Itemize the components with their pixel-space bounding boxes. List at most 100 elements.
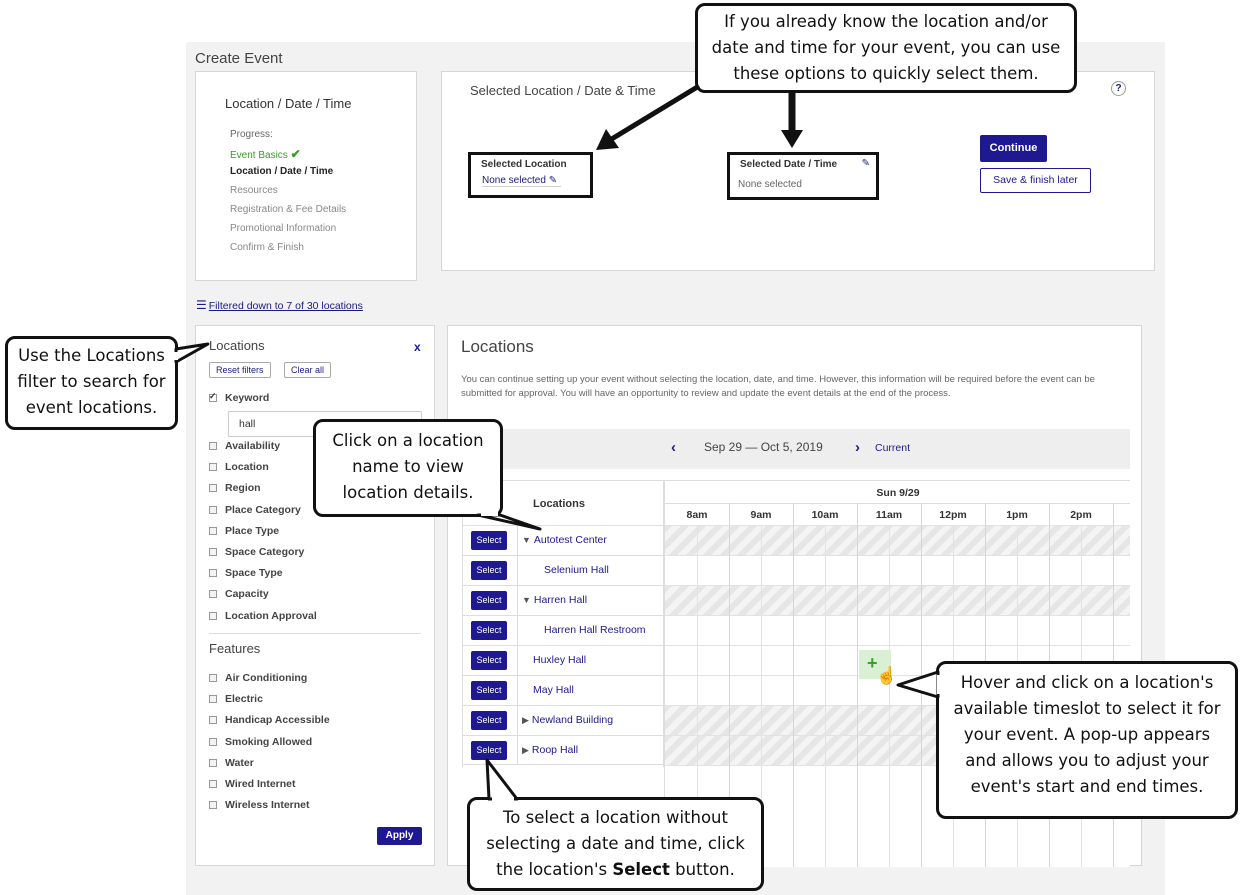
checkbox[interactable] bbox=[209, 442, 217, 450]
checkbox[interactable] bbox=[209, 674, 217, 682]
checkbox[interactable] bbox=[209, 463, 217, 471]
filter-space-type[interactable]: Space Type bbox=[209, 567, 283, 579]
feature-water[interactable]: Water bbox=[209, 757, 254, 769]
location-link[interactable]: Selenium Hall bbox=[544, 564, 609, 576]
feature-wired-internet[interactable]: Wired Internet bbox=[209, 778, 296, 790]
filter-icon: ☰ bbox=[196, 298, 207, 312]
unavailable-row bbox=[665, 585, 1130, 615]
selected-datetime-title: Selected Date / Time bbox=[740, 159, 838, 170]
selected-panel: Selected Location / Date & Time ? Select… bbox=[441, 71, 1155, 271]
filter-location-approval[interactable]: Location Approval bbox=[209, 610, 317, 622]
help-icon[interactable]: ? bbox=[1111, 81, 1126, 96]
checkbox[interactable] bbox=[209, 484, 217, 492]
filter-region[interactable]: Region bbox=[209, 482, 261, 494]
table-row: Select Selenium Hall bbox=[463, 555, 665, 585]
selected-datetime-box: Selected Date / Time ✎ None selected bbox=[727, 152, 879, 200]
table-row: Select Huxley Hall bbox=[463, 645, 665, 675]
filter-space-category[interactable]: Space Category bbox=[209, 546, 304, 558]
location-link[interactable]: May Hall bbox=[533, 684, 574, 696]
hour-label: 2pm bbox=[1070, 509, 1092, 521]
expand-icon[interactable]: ▼ bbox=[522, 595, 531, 605]
table-row: Select ▼ Autotest Center bbox=[463, 525, 665, 555]
hand-cursor-icon: ☝ bbox=[876, 666, 898, 685]
select-button[interactable]: Select bbox=[471, 591, 507, 610]
feature-wireless-internet[interactable]: Wireless Internet bbox=[209, 799, 310, 811]
location-link[interactable]: ▶ Roop Hall bbox=[522, 744, 578, 756]
selected-title: Selected Location / Date & Time bbox=[470, 83, 656, 98]
filter-availability[interactable]: Availability bbox=[209, 440, 280, 452]
week-range: Sep 29 — Oct 5, 2019 bbox=[704, 440, 823, 454]
filter-keyword[interactable]: Keyword bbox=[209, 391, 269, 404]
continue-button[interactable]: Continue bbox=[980, 135, 1047, 162]
checkbox[interactable] bbox=[209, 391, 217, 402]
hour-label: 12pm bbox=[939, 509, 967, 521]
select-button[interactable]: Select bbox=[471, 741, 507, 760]
filter-location[interactable]: Location bbox=[209, 461, 269, 473]
location-link[interactable]: ▶ Newland Building bbox=[522, 714, 613, 726]
feature-air-conditioning[interactable]: Air Conditioning bbox=[209, 672, 307, 684]
filter-summary-link[interactable]: ☰ Filtered down to 7 of 30 locations bbox=[196, 298, 363, 312]
current-week-link[interactable]: Current bbox=[875, 442, 910, 454]
selected-location-value[interactable]: None selected ✎ bbox=[482, 175, 562, 187]
checkbox[interactable] bbox=[209, 801, 217, 809]
select-button[interactable]: Select bbox=[471, 621, 507, 640]
day-label: Sun 9/29 bbox=[876, 487, 920, 499]
close-icon[interactable]: x bbox=[414, 340, 421, 354]
chevron-left-icon[interactable]: ‹ bbox=[671, 439, 676, 456]
table-row: Select May Hall bbox=[463, 675, 665, 705]
filter-capacity[interactable]: Capacity bbox=[209, 588, 269, 600]
chevron-right-icon[interactable]: › bbox=[855, 439, 860, 456]
checkbox[interactable] bbox=[209, 506, 217, 514]
checkbox[interactable] bbox=[209, 716, 217, 724]
hour-label: 11am bbox=[875, 509, 903, 521]
checkbox[interactable] bbox=[209, 738, 217, 746]
reset-filters-button[interactable]: Reset filters bbox=[209, 362, 271, 378]
checkbox[interactable] bbox=[209, 590, 217, 598]
expand-icon[interactable]: ▶ bbox=[522, 745, 529, 755]
filters-title: Locations bbox=[209, 338, 265, 353]
features-title: Features bbox=[209, 641, 261, 656]
table-row: Select ▶ Newland Building bbox=[463, 705, 665, 735]
available-timeslot[interactable]: + ☝ bbox=[859, 650, 897, 685]
location-link[interactable]: ▼ Autotest Center bbox=[522, 534, 607, 546]
checkbox[interactable] bbox=[209, 759, 217, 767]
select-button[interactable]: Select bbox=[471, 561, 507, 580]
checkbox[interactable] bbox=[209, 780, 217, 788]
apply-button[interactable]: Apply bbox=[377, 827, 422, 845]
callout-location-name: Click on a location name to view locatio… bbox=[313, 419, 503, 517]
progress-panel: Location / Date / Time Progress: Event B… bbox=[195, 71, 417, 281]
select-button[interactable]: Select bbox=[471, 711, 507, 730]
location-link[interactable]: Huxley Hall bbox=[533, 654, 586, 666]
filter-place-type[interactable]: Place Type bbox=[209, 525, 279, 537]
location-link[interactable]: ▼ Harren Hall bbox=[522, 594, 587, 606]
checkbox[interactable] bbox=[209, 527, 217, 535]
location-link[interactable]: Harren Hall Restroom bbox=[544, 624, 646, 636]
feature-handicap-accessible[interactable]: Handicap Accessible bbox=[209, 714, 330, 726]
page-title: Create Event bbox=[195, 50, 283, 67]
checkbox[interactable] bbox=[209, 612, 217, 620]
expand-icon[interactable]: ▼ bbox=[522, 535, 531, 545]
table-row: Select ▼ Harren Hall bbox=[463, 585, 665, 615]
feature-electric[interactable]: Electric bbox=[209, 693, 263, 705]
progress-step-resources: Resources bbox=[230, 185, 278, 196]
expand-icon[interactable]: ▶ bbox=[522, 715, 529, 725]
pencil-icon[interactable]: ✎ bbox=[862, 158, 870, 169]
progress-label: Progress: bbox=[230, 129, 273, 140]
select-button[interactable]: Select bbox=[471, 531, 507, 550]
callout-timeslot: Hover and click on a location's availabl… bbox=[936, 661, 1238, 819]
feature-smoking-allowed[interactable]: Smoking Allowed bbox=[209, 736, 312, 748]
checkbox[interactable] bbox=[209, 569, 217, 577]
progress-step-event-basics[interactable]: Event Basics ✔ bbox=[230, 147, 301, 161]
callout-filter: Use the Locations filter to search for e… bbox=[5, 336, 178, 430]
checkbox[interactable] bbox=[209, 695, 217, 703]
save-finish-later-button[interactable]: Save & finish later bbox=[980, 168, 1091, 193]
checkbox[interactable] bbox=[209, 548, 217, 556]
callout-quick-select: If you already know the location and/or … bbox=[695, 3, 1077, 93]
callout-select-button: To select a location without selecting a… bbox=[467, 797, 764, 891]
select-button[interactable]: Select bbox=[471, 681, 507, 700]
progress-step-location: Location / Date / Time bbox=[230, 166, 334, 177]
locations-description: You can continue setting up your event w… bbox=[461, 374, 1095, 399]
select-button[interactable]: Select bbox=[471, 651, 507, 670]
filter-place-category[interactable]: Place Category bbox=[209, 504, 301, 516]
clear-all-button[interactable]: Clear all bbox=[284, 362, 332, 378]
